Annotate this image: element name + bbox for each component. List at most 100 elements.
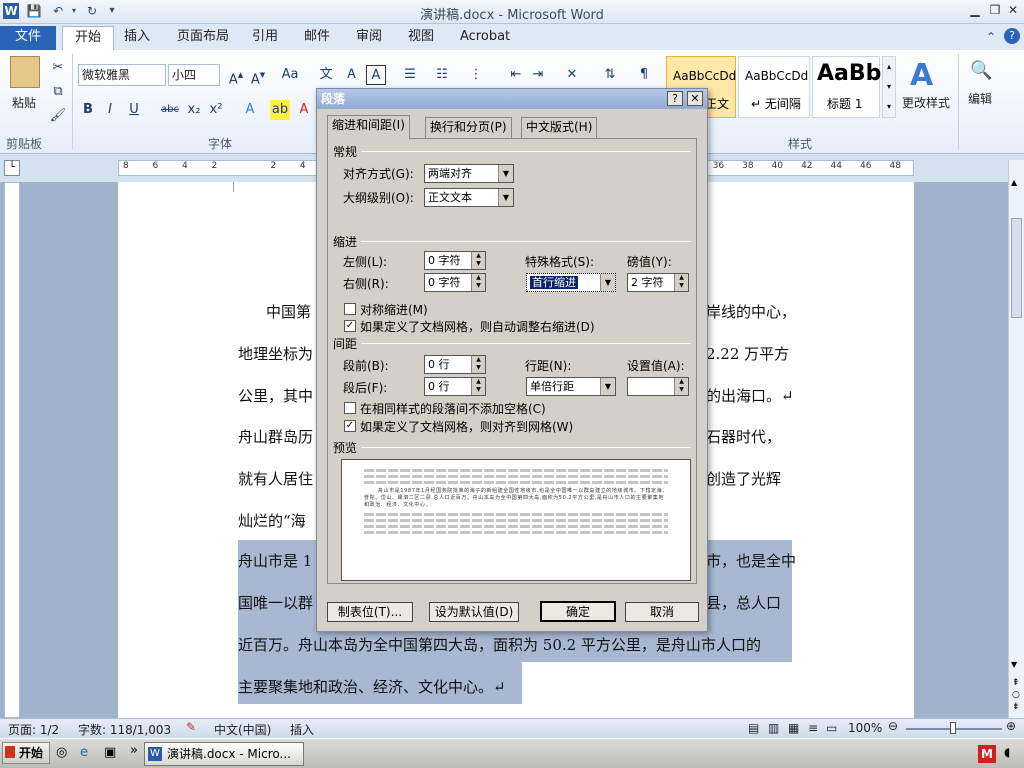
web-layout-icon[interactable]: ▦ (788, 721, 799, 735)
print-layout-icon[interactable]: ▤ (748, 721, 759, 735)
scroll-down-icon[interactable]: ▼ (1011, 660, 1017, 669)
ie-icon[interactable]: e (80, 745, 88, 760)
chinese-layout-icon[interactable]: ✕ (562, 65, 582, 85)
superscript-icon[interactable]: x² (206, 100, 226, 120)
proofing-icon[interactable]: ✎ (186, 720, 196, 734)
collapse-ribbon-icon[interactable]: ⌃ (986, 30, 996, 44)
tray-app-icon[interactable]: M (978, 745, 996, 763)
show-marks-icon[interactable]: ¶ (634, 65, 654, 85)
minimize-button[interactable]: ▁ (966, 2, 984, 18)
tab-references[interactable]: 引用 (240, 26, 290, 50)
word-count[interactable]: 字数: 118/1,003 (78, 721, 171, 738)
change-styles-icon[interactable]: A (910, 58, 933, 93)
change-case-icon[interactable]: Aa (280, 65, 300, 85)
copy-icon[interactable]: ⧉ (48, 82, 68, 102)
special-select[interactable]: 首行缩进 ▼ (526, 273, 616, 292)
increase-indent-icon[interactable]: ⇥ (528, 65, 548, 85)
no-space-checkbox[interactable] (344, 402, 356, 414)
font-color-icon[interactable]: A (294, 100, 314, 120)
bullets-icon[interactable]: ☰ (400, 65, 420, 85)
quicklaunch-icon[interactable]: ◎ (56, 745, 67, 760)
taskbar-word-button[interactable]: 演讲稿.docx - Micro... (144, 742, 304, 766)
set-default-button[interactable]: 设为默认值(D) (429, 602, 519, 622)
help-icon[interactable]: ? (1004, 28, 1020, 44)
char-border-icon[interactable]: A (366, 65, 386, 85)
page-count[interactable]: 页面: 1/2 (8, 721, 59, 738)
full-screen-icon[interactable]: ▥ (768, 721, 779, 735)
outline-icon[interactable]: ≡ (808, 721, 818, 735)
vertical-scrollbar[interactable]: ▲ ▼ ⇞ ○ ⇟ (1008, 160, 1024, 718)
spinner-icon[interactable]: ▲ ▼ (471, 274, 485, 291)
quicklaunch-icon[interactable]: ▣ (104, 745, 116, 760)
spinner-icon[interactable]: ▲ ▼ (471, 356, 485, 373)
close-button[interactable]: ✕ (1004, 2, 1022, 18)
tab-selector[interactable]: └ (4, 160, 20, 176)
spinner-icon[interactable]: ▲ ▼ (674, 378, 688, 395)
bold-icon[interactable]: B (78, 100, 98, 120)
spinner-icon[interactable]: ▲ ▼ (471, 378, 485, 395)
auto-right-indent-checkbox[interactable]: ✓ (344, 320, 356, 332)
zoom-out-icon[interactable]: ⊖ (888, 719, 898, 733)
ok-button[interactable]: 确定 (540, 601, 616, 622)
tab-home[interactable]: 开始 (62, 26, 115, 50)
scroll-up-icon[interactable]: ▲ (1011, 178, 1017, 187)
spinner-icon[interactable]: ▲ ▼ (674, 274, 688, 291)
snap-grid-checkbox[interactable]: ✓ (344, 420, 356, 432)
mirror-indent-checkbox[interactable] (344, 303, 356, 315)
tab-view[interactable]: 视图 (396, 26, 446, 50)
line-spacing-select[interactable]: 单倍行距 ▼ (526, 377, 616, 396)
restore-button[interactable]: ❐ (986, 2, 1004, 18)
outline-level-select[interactable]: 正文文本 ▼ (424, 188, 514, 207)
subscript-icon[interactable]: x₂ (184, 100, 204, 120)
zoom-in-icon[interactable]: ⊕ (1006, 719, 1016, 733)
numbering-icon[interactable]: ☷ (432, 65, 452, 85)
tab-mailings[interactable]: 邮件 (292, 26, 342, 50)
cancel-button[interactable]: 取消 (625, 602, 699, 622)
paste-button[interactable]: 粘贴 (12, 94, 36, 111)
clear-format-icon[interactable]: Ꭺ (342, 65, 362, 85)
multilevel-list-icon[interactable]: ⋮ (466, 65, 486, 85)
styles-scroll[interactable]: ▴ ▾ ▾ (882, 56, 896, 118)
tab-file[interactable]: 文件 (0, 26, 56, 50)
tab-line-page-breaks[interactable]: 换行和分页(P) (425, 117, 512, 138)
tab-asian-typography[interactable]: 中文版式(H) (521, 117, 598, 138)
scroll-thumb[interactable] (1011, 218, 1022, 318)
tab-insert[interactable]: 插入 (112, 26, 162, 50)
shrink-font-icon[interactable]: A▾ (248, 65, 268, 87)
change-styles-button[interactable]: 更改样式 (902, 94, 950, 111)
right-indent-input[interactable]: 0 字符 ▲ ▼ (424, 273, 486, 292)
dialog-close-button[interactable]: ✕ (687, 91, 703, 106)
tabs-button[interactable]: 制表位(T)... (327, 602, 413, 622)
prev-page-icon[interactable]: ⇞ (1012, 678, 1020, 688)
alignment-select[interactable]: 两端对齐 ▼ (424, 164, 514, 183)
sort-icon[interactable]: ⇅ (600, 65, 620, 85)
tab-review[interactable]: 审阅 (344, 26, 394, 50)
strikethrough-icon[interactable]: abc (160, 100, 180, 120)
left-indent-input[interactable]: 0 字符 ▲ ▼ (424, 251, 486, 270)
highlight-icon[interactable]: ab (270, 100, 290, 120)
paste-icon[interactable] (10, 56, 40, 88)
more-icon[interactable]: » (130, 743, 138, 758)
at-input[interactable]: ▲ ▼ (627, 377, 689, 396)
after-input[interactable]: 0 行 ▲ ▼ (424, 377, 486, 396)
format-painter-icon[interactable]: 🖌 (48, 106, 68, 126)
decrease-indent-icon[interactable]: ⇤ (506, 65, 526, 85)
tray-icon[interactable]: ◖ (1004, 745, 1010, 759)
tab-indents-spacing[interactable]: 缩进和间距(I) (327, 115, 410, 139)
font-size-combo[interactable]: 小四 (168, 64, 220, 86)
spinner-icon[interactable]: ▲ ▼ (471, 252, 485, 269)
cut-icon[interactable]: ✂ (48, 58, 68, 78)
tab-acrobat[interactable]: Acrobat (448, 26, 522, 50)
editing-button[interactable]: 编辑 (968, 90, 992, 107)
font-name-combo[interactable]: 微软雅黑 (78, 64, 166, 86)
italic-icon[interactable]: I (100, 100, 120, 120)
insert-mode[interactable]: 插入 (290, 721, 314, 738)
vertical-ruler[interactable] (4, 182, 20, 718)
style-heading1[interactable]: AaBb 标题 1 (812, 56, 881, 118)
next-page-icon[interactable]: ⇟ (1012, 702, 1020, 712)
find-icon[interactable]: 🔍 (970, 60, 992, 81)
text-effects-icon[interactable]: A (240, 100, 260, 120)
tab-page-layout[interactable]: 页面布局 (165, 26, 241, 50)
underline-icon[interactable]: U (124, 100, 144, 120)
help-button[interactable]: ? (667, 91, 683, 106)
